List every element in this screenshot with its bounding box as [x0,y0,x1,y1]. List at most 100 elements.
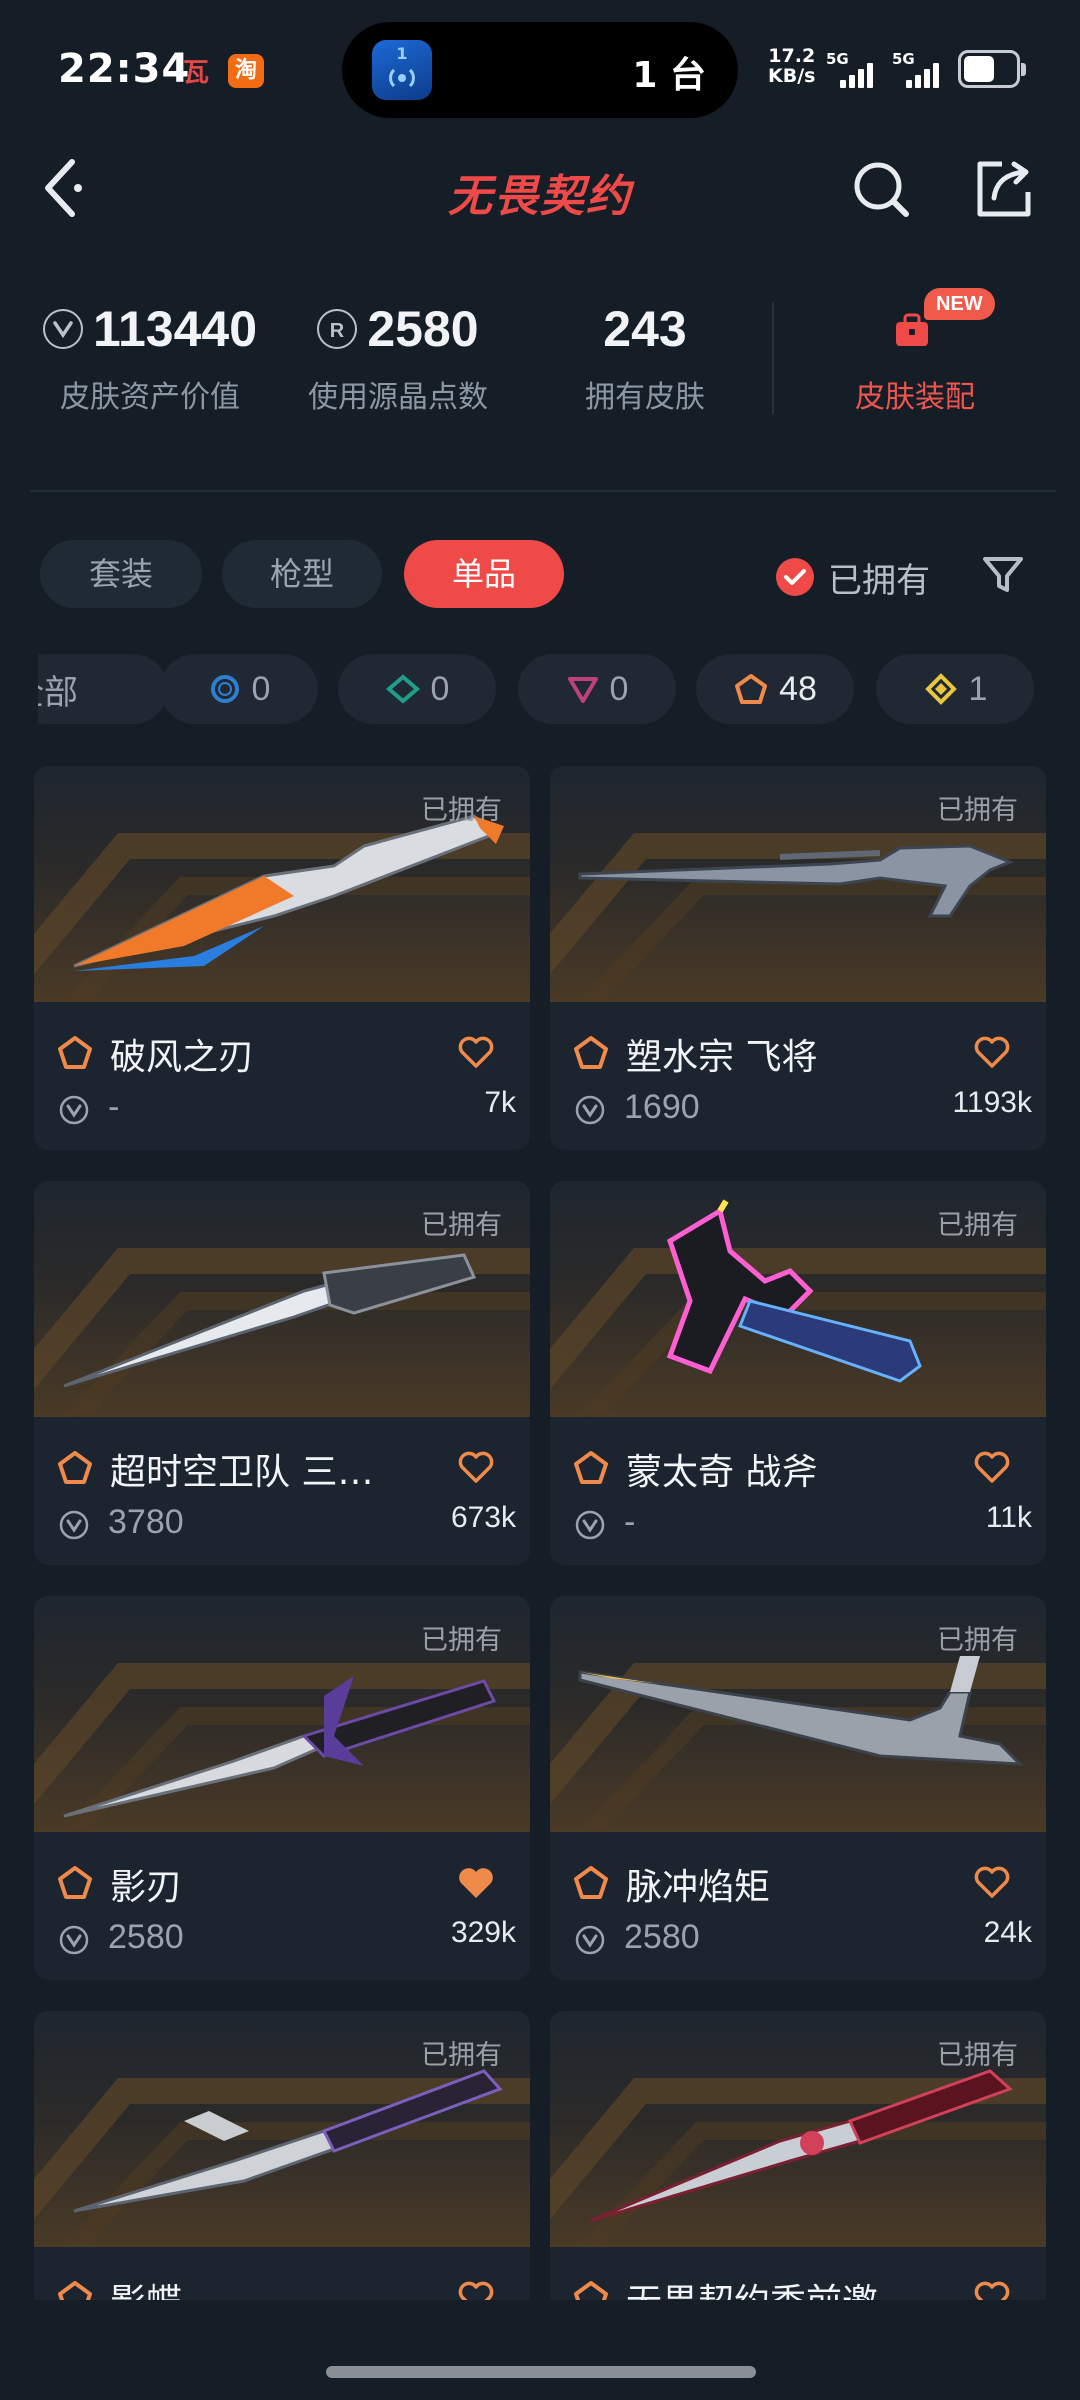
skin-card[interactable]: 已拥有塑水宗 飞将 1690 1193k [550,766,1046,1150]
tier-exclusive-icon [574,1866,608,1899]
skin-name: 影刃 [110,1867,183,1908]
like-count: 329k [450,1916,516,1949]
skin-price: 1690 [624,1088,700,1126]
skin-artwork: 已拥有 [34,766,530,1002]
skin-card[interactable]: 已拥有影刃 2580 329k [34,1596,530,1980]
home-indicator[interactable] [326,2366,756,2378]
skin-name: 塑水宗 飞将 [626,1037,818,1078]
tier-ultra-icon [924,673,957,705]
new-badge: NEW [924,288,995,320]
owned-tag: 已拥有 [937,2040,1018,2071]
vp-coin-icon [575,1095,605,1125]
heart-icon[interactable] [972,1449,1012,1485]
tier-chip-premium[interactable]: 0 [518,654,676,724]
skin-artwork: 已拥有 [550,1181,1046,1417]
share-button[interactable] [972,158,1034,220]
tab-single-items[interactable]: 单品 [404,540,564,608]
like-count: 11k [985,1501,1032,1534]
tab-bundles[interactable]: 套装 [40,540,202,608]
tier-chip-all[interactable]: 全部 [38,654,168,724]
tier-chip-exclusive[interactable]: 48 [696,654,854,724]
skin-price: 2580 [108,1918,184,1956]
tier-exclusive-icon [735,674,768,704]
vp-coin-icon [42,309,83,349]
chevron-left-icon [45,159,82,217]
signal-sim2-icon: 5G [892,50,952,90]
vp-coin-icon [575,1510,605,1540]
skin-artwork: 已拥有 [550,2011,1046,2247]
vp-coin-icon [59,1925,89,1955]
owned-tag: 已拥有 [421,1625,502,1656]
owned-filter-toggle[interactable]: 已拥有 [776,550,930,604]
skin-artwork: 已拥有 [34,2011,530,2247]
vp-coin-icon [59,1095,89,1125]
vp-coin-icon [59,1510,89,1540]
bottom-fade [0,2300,1080,2400]
vp-coin-icon [575,1925,605,1955]
like-count: 673k [450,1501,516,1534]
game-logo-title: 无畏契约 [448,171,632,222]
skin-artwork: 已拥有 [550,1596,1046,1832]
island-device-count: 1 台 [632,55,706,96]
like-count: 7k [484,1086,516,1119]
heart-icon[interactable] [456,1034,496,1070]
owned-tag: 已拥有 [937,1625,1018,1656]
skin-artwork: 已拥有 [550,766,1046,1002]
tier-premium-icon [567,677,598,703]
skin-card[interactable]: 已拥有超时空卫队 三… 3780 673k [34,1181,530,1565]
owned-tag: 已拥有 [421,1210,502,1241]
tier-chip-deluxe[interactable]: 0 [338,654,496,724]
share-icon [977,161,1031,217]
stats-divider [772,302,774,414]
tier-chip-select[interactable]: 0 [160,654,318,724]
tier-exclusive-icon [58,1036,92,1069]
tier-exclusive-icon [58,1451,92,1484]
skin-loadout-button[interactable]: NEW 皮肤装配 [820,288,1010,428]
like-count: 1193k [952,1086,1032,1119]
tier-deluxe-icon [385,674,420,704]
skin-price: - [624,1503,636,1541]
radianite-icon: R [317,309,358,349]
like-count: 24k [983,1916,1032,1949]
heart-icon[interactable] [972,1864,1012,1900]
cast-icon: 1 [372,40,432,100]
tier-chip-ultra[interactable]: 1 [876,654,1034,724]
skin-name: 破风之刃 [110,1037,255,1078]
owned-tag: 已拥有 [421,2040,502,2071]
checkmark-icon [776,558,814,596]
heart-icon[interactable] [972,1034,1012,1070]
tier-select-icon [210,675,239,703]
tier-exclusive-icon [574,1451,608,1484]
skin-name: 脉冲焰矩 [626,1867,771,1908]
search-icon [854,162,909,217]
skin-card[interactable]: 已拥有破风之刃 - 7k [34,766,530,1150]
valorant-app-icon: 瓦 [183,58,210,88]
skin-artwork: 已拥有 [34,1181,530,1417]
filter-button[interactable] [980,552,1026,598]
skin-card[interactable]: 已拥有脉冲焰矩 2580 24k [550,1596,1046,1980]
owned-tag: 已拥有 [937,1210,1018,1241]
back-button[interactable] [38,152,98,224]
svg-text:R: R [330,320,345,342]
tier-filter-bar: 全部 0 0 0 48 1 [38,654,1080,726]
skin-price: 3780 [108,1503,184,1541]
heart-icon[interactable] [456,1864,496,1900]
skin-card[interactable]: 已拥有蒙太奇 战斧 - 11k [550,1181,1046,1565]
heart-icon[interactable] [456,1449,496,1485]
status-bar: 22:34 瓦 淘 1 1 台 17.2 KB/s 5G 5G [0,0,1080,135]
tab-weapon-type[interactable]: 枪型 [222,540,382,608]
owned-tag: 已拥有 [937,795,1018,826]
section-divider [30,490,1056,492]
skin-price: 2580 [624,1918,700,1956]
skin-price: - [108,1088,120,1126]
stat-skin-asset-value: 113440 皮肤资产价值 [40,294,260,434]
tier-exclusive-icon [58,1866,92,1899]
skin-artwork: 已拥有 [34,1596,530,1832]
signal-sim1-icon: 5G [826,50,886,90]
skin-name: 超时空卫队 三… [110,1452,374,1493]
tier-exclusive-icon [574,1036,608,1069]
search-button[interactable] [850,158,912,220]
skin-name: 蒙太奇 战斧 [626,1452,818,1493]
battery-icon [958,50,1026,88]
dynamic-island[interactable]: 1 1 台 [342,22,738,118]
